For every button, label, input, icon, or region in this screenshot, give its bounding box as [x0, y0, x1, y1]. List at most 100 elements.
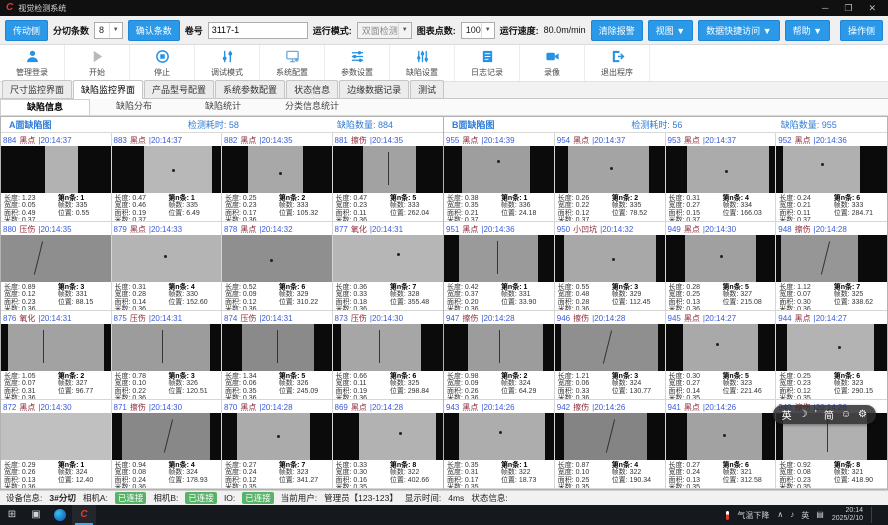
defect-image[interactable]	[222, 324, 332, 371]
toolbar-button-log[interactable]: 日志记录	[455, 45, 520, 81]
start-button-icon[interactable]: ⊞	[0, 505, 24, 525]
tab-0[interactable]: 尺寸监控界面	[2, 80, 72, 98]
defect-image[interactable]	[666, 413, 776, 460]
clock[interactable]: 20:14 2025/2/10	[832, 507, 863, 523]
maximize-button[interactable]: ❐	[844, 3, 852, 14]
defect-cell-952[interactable]: 952 黑点 |20:14:36 长度: 0.24 宽度: 0.21 面积: 0…	[776, 133, 887, 222]
slit-count-select[interactable]: 8▼	[94, 22, 123, 39]
defect-image[interactable]	[1, 146, 111, 193]
defect-image[interactable]	[555, 413, 665, 460]
task-view-icon[interactable]: ▣	[24, 505, 48, 525]
defect-cell-883[interactable]: 883 黑点 |20:14:37 长度: 0.47 宽度: 0.46 面积: 0…	[112, 133, 223, 222]
defect-image[interactable]	[776, 146, 887, 193]
defect-cell-878[interactable]: 878 黑点 |20:14:32 长度: 0.52 宽度: 0.09 面积: 0…	[222, 222, 333, 311]
tab-6[interactable]: 测试	[410, 80, 444, 98]
defect-image[interactable]	[1, 413, 111, 460]
tab-1[interactable]: 缺陷监控界面	[73, 80, 143, 99]
defect-cell-881[interactable]: 881 擦伤 |20:14:35 长度: 0.47 宽度: 0.23 面积: 0…	[333, 133, 444, 222]
defect-image[interactable]	[444, 146, 554, 193]
subtab-3[interactable]: 分类信息统计	[268, 99, 357, 115]
action-center-icon[interactable]	[871, 507, 882, 523]
defect-cell-951[interactable]: 951 黑点 |20:14:36 长度: 0.42 宽度: 0.37 面积: 0…	[444, 222, 555, 311]
ime-item-5[interactable]: ⚙	[858, 409, 867, 420]
defect-image[interactable]	[776, 324, 887, 371]
defect-image[interactable]	[666, 146, 776, 193]
toolbar-button-params[interactable]: 参数设置	[325, 45, 390, 81]
defect-image[interactable]	[333, 146, 444, 193]
defect-image[interactable]	[555, 324, 665, 371]
confirm-count-button[interactable]: 确认条数	[128, 20, 180, 41]
defect-cell-873[interactable]: 873 压伤 |20:14:30 长度: 0.66 宽度: 0.11 面积: 0…	[333, 311, 444, 400]
defect-cell-954[interactable]: 954 黑点 |20:14:37 长度: 0.26 宽度: 0.22 面积: 0…	[555, 133, 666, 222]
defect-cell-876[interactable]: 876 氧化 |20:14:31 长度: 1.05 宽度: 0.07 面积: 0…	[1, 311, 112, 400]
defect-image[interactable]	[333, 324, 444, 371]
toolbar-button-play[interactable]: 开始	[65, 45, 130, 81]
ime-item-2[interactable]: ’	[815, 409, 817, 420]
defect-cell-955[interactable]: 955 黑点 |20:14:39 长度: 0.38 宽度: 0.35 面积: 0…	[444, 133, 555, 222]
data-quick-access-button[interactable]: 数据快捷访问 ▼	[698, 20, 779, 41]
defect-cell-874[interactable]: 874 压伤 |20:14:31 长度: 1.34 宽度: 0.06 面积: 0…	[222, 311, 333, 400]
defect-cell-941[interactable]: 941 黑点 |20:14:26 长度: 0.27 宽度: 0.24 面积: 0…	[666, 400, 777, 489]
tray-icon-3[interactable]: ▤	[816, 510, 824, 521]
defect-cell-877[interactable]: 877 氧化 |20:14:31 长度: 0.36 宽度: 0.33 面积: 0…	[333, 222, 444, 311]
defect-cell-947[interactable]: 947 擦伤 |20:14:28 长度: 0.98 宽度: 0.09 面积: 0…	[444, 311, 555, 400]
defect-image[interactable]	[222, 146, 332, 193]
transmission-side-button[interactable]: 传动侧	[5, 20, 48, 41]
run-mode-select[interactable]: 双面检测▼	[357, 22, 412, 39]
weather-text[interactable]: 气温下降	[737, 510, 769, 521]
defect-cell-882[interactable]: 882 黑点 |20:14:35 长度: 0.25 宽度: 0.23 面积: 0…	[222, 133, 333, 222]
view-menu-button[interactable]: 视图 ▼	[648, 20, 693, 41]
defect-image[interactable]	[776, 235, 887, 282]
tray-icon-1[interactable]: ♪	[790, 510, 794, 521]
defect-cell-943[interactable]: 943 黑点 |20:14:26 长度: 0.35 宽度: 0.31 面积: 0…	[444, 400, 555, 489]
defect-image[interactable]	[112, 235, 222, 282]
defect-cell-880[interactable]: 880 压伤 |20:14:35 长度: 0.89 宽度: 0.12 面积: 0…	[1, 222, 112, 311]
toolbar-button-user[interactable]: 管理登录	[0, 45, 65, 81]
defect-image[interactable]	[1, 324, 111, 371]
close-button[interactable]: ✕	[868, 3, 876, 14]
roll-number-input[interactable]	[208, 22, 308, 39]
chart-points-select[interactable]: 100▼	[461, 22, 495, 39]
toolbar-button-exit[interactable]: 退出程序	[585, 45, 650, 81]
defect-cell-875[interactable]: 875 压伤 |20:14:31 长度: 0.78 宽度: 0.10 面积: 0…	[112, 311, 223, 400]
defect-cell-949[interactable]: 949 黑点 |20:14:30 长度: 0.28 宽度: 0.25 面积: 0…	[666, 222, 777, 311]
defect-cell-871[interactable]: 871 擦伤 |20:14:30 长度: 0.94 宽度: 0.08 面积: 0…	[112, 400, 223, 489]
subtab-1[interactable]: 缺陷分布	[90, 99, 179, 115]
ime-item-0[interactable]: 英	[782, 407, 792, 422]
ime-item-4[interactable]: ☺	[841, 409, 851, 420]
defect-cell-942[interactable]: 942 擦伤 |20:14:26 长度: 0.87 宽度: 0.10 面积: 0…	[555, 400, 666, 489]
defect-cell-872[interactable]: 872 黑点 |20:14:30 长度: 0.29 宽度: 0.26 面积: 0…	[1, 400, 112, 489]
defect-cell-884[interactable]: 884 黑点 |20:14:37 长度: 1.23 宽度: 0.05 面积: 0…	[1, 133, 112, 222]
subtab-2[interactable]: 缺陷统计	[179, 99, 268, 115]
minimize-button[interactable]: ─	[822, 3, 828, 14]
ime-item-1[interactable]: ☽	[799, 409, 808, 420]
defect-image[interactable]	[555, 235, 665, 282]
defect-cell-950[interactable]: 950 小凹坑 |20:14:32 长度: 0.55 宽度: 0.48 面积: …	[555, 222, 666, 311]
operation-side-button[interactable]: 操作侧	[840, 20, 883, 41]
defect-image[interactable]	[444, 235, 554, 282]
tab-3[interactable]: 系统参数配置	[215, 80, 285, 98]
tray-icon-2[interactable]: 英	[801, 510, 809, 521]
defect-cell-879[interactable]: 879 黑点 |20:14:33 长度: 0.31 宽度: 0.28 面积: 0…	[112, 222, 223, 311]
defect-cell-870[interactable]: 870 黑点 |20:14:28 长度: 0.27 宽度: 0.24 面积: 0…	[222, 400, 333, 489]
toolbar-button-system-config[interactable]: 系统配置	[260, 45, 325, 81]
tab-2[interactable]: 产品型号配置	[144, 80, 214, 98]
defect-image[interactable]	[666, 235, 776, 282]
defect-cell-869[interactable]: 869 黑点 |20:14:28 长度: 0.33 宽度: 0.30 面积: 0…	[333, 400, 444, 489]
ime-item-3[interactable]: 简	[824, 407, 834, 422]
defect-image[interactable]	[112, 146, 222, 193]
defect-image[interactable]	[222, 235, 332, 282]
clear-alarm-button[interactable]: 清除报警	[591, 20, 643, 41]
toolbar-button-record[interactable]: 录像	[520, 45, 585, 81]
edge-browser-icon[interactable]	[54, 509, 66, 521]
defect-image[interactable]	[444, 324, 554, 371]
defect-image[interactable]	[333, 235, 444, 282]
tray-icon-0[interactable]: ∧	[777, 510, 783, 521]
toolbar-button-stop[interactable]: 停止	[130, 45, 195, 81]
defect-cell-953[interactable]: 953 黑点 |20:14:37 长度: 0.31 宽度: 0.27 面积: 0…	[666, 133, 777, 222]
defect-cell-944[interactable]: 944 黑点 |20:14:27 长度: 0.25 宽度: 0.23 面积: 0…	[776, 311, 887, 400]
defect-image[interactable]	[222, 413, 332, 460]
tab-5[interactable]: 边缘数据记录	[339, 80, 409, 98]
toolbar-button-debug[interactable]: 调试模式	[195, 45, 260, 81]
defect-cell-948[interactable]: 948 擦伤 |20:14:28 长度: 1.12 宽度: 0.07 面积: 0…	[776, 222, 887, 311]
